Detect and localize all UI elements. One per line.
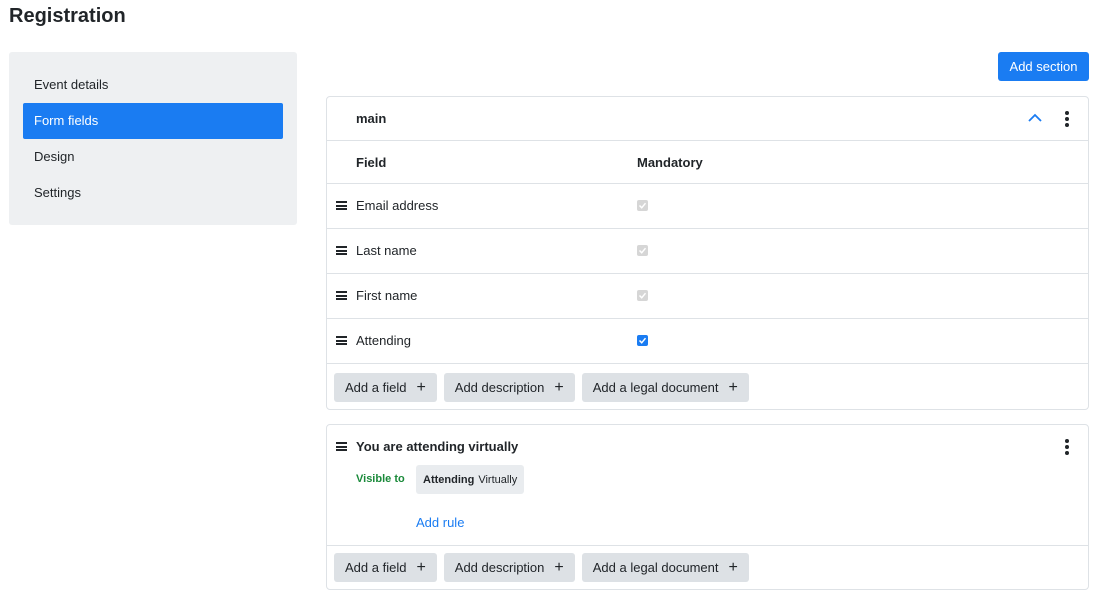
plus-icon: + — [416, 558, 426, 576]
plus-icon: + — [554, 378, 564, 396]
add-legal-document-label: Add a legal document — [592, 380, 719, 395]
table-row: First name — [327, 274, 1088, 319]
section-title: main — [356, 111, 387, 126]
plus-icon: + — [554, 558, 564, 576]
section-header: You are attending virtually — [327, 425, 1088, 469]
add-field-button[interactable]: Add a field + — [334, 553, 437, 582]
sidebar-item-settings[interactable]: Settings — [23, 175, 283, 211]
drag-handle-icon[interactable] — [336, 246, 347, 255]
add-description-label: Add description — [454, 380, 545, 395]
add-legal-document-button[interactable]: Add a legal document + — [581, 373, 749, 402]
page-title: Registration — [9, 5, 126, 27]
drag-handle-icon[interactable] — [336, 201, 347, 210]
plus-icon: + — [416, 378, 426, 396]
drag-handle-icon[interactable] — [336, 291, 347, 300]
add-field-label: Add a field — [345, 380, 407, 395]
add-section-button[interactable]: Add section — [998, 52, 1089, 81]
mandatory-checkbox — [637, 290, 648, 301]
plus-icon: + — [728, 558, 738, 576]
add-legal-document-button[interactable]: Add a legal document + — [581, 553, 749, 582]
column-header-field: Field — [356, 154, 387, 170]
add-legal-document-label: Add a legal document — [592, 560, 719, 575]
divider — [327, 545, 1088, 546]
section-header: main — [327, 97, 1088, 141]
visibility-rule-chip[interactable]: Attending Virtually — [416, 465, 525, 494]
table-header: Field Mandatory — [327, 141, 1088, 184]
add-field-button[interactable]: Add a field + — [334, 373, 437, 402]
drag-handle-icon[interactable] — [336, 336, 347, 345]
add-description-label: Add description — [454, 560, 545, 575]
add-description-button[interactable]: Add description + — [443, 553, 575, 582]
section-actions: Add a field + Add description + Add a le… — [334, 373, 749, 402]
drag-handle-icon[interactable] — [336, 442, 347, 451]
add-description-button[interactable]: Add description + — [443, 373, 575, 402]
add-rule-link[interactable]: Add rule — [416, 515, 464, 530]
table-row: Attending — [327, 319, 1088, 364]
field-label: Last name — [356, 243, 417, 258]
table-row: Email address — [327, 184, 1088, 229]
mandatory-checkbox — [637, 200, 648, 211]
kebab-menu-icon[interactable] — [1060, 437, 1074, 457]
section-card-virtual: You are attending virtually Visible to A… — [326, 424, 1089, 590]
add-field-label: Add a field — [345, 560, 407, 575]
sidebar-item-event-details[interactable]: Event details — [23, 67, 283, 103]
kebab-menu-icon[interactable] — [1060, 109, 1074, 129]
column-header-mandatory: Mandatory — [637, 154, 703, 170]
mandatory-checkbox — [637, 245, 648, 256]
visible-to-label: Visible to — [356, 473, 405, 485]
rule-field: Attending — [423, 473, 475, 486]
sidebar-item-form-fields[interactable]: Form fields — [23, 103, 283, 139]
section-title: You are attending virtually — [356, 439, 519, 454]
field-label: First name — [356, 288, 418, 303]
field-label: Attending — [356, 333, 411, 348]
chevron-up-icon[interactable] — [1027, 110, 1043, 126]
mandatory-checkbox[interactable] — [637, 335, 648, 346]
sidebar: Event details Form fields Design Setting… — [9, 52, 297, 225]
sidebar-item-design[interactable]: Design — [23, 139, 283, 175]
field-label: Email address — [356, 198, 439, 213]
table-row: Last name — [327, 229, 1088, 274]
plus-icon: + — [728, 378, 738, 396]
section-card-main: main Field Mandatory Email address Last … — [326, 96, 1089, 410]
rule-value: Virtually — [478, 473, 518, 486]
section-actions: Add a field + Add description + Add a le… — [334, 553, 749, 582]
